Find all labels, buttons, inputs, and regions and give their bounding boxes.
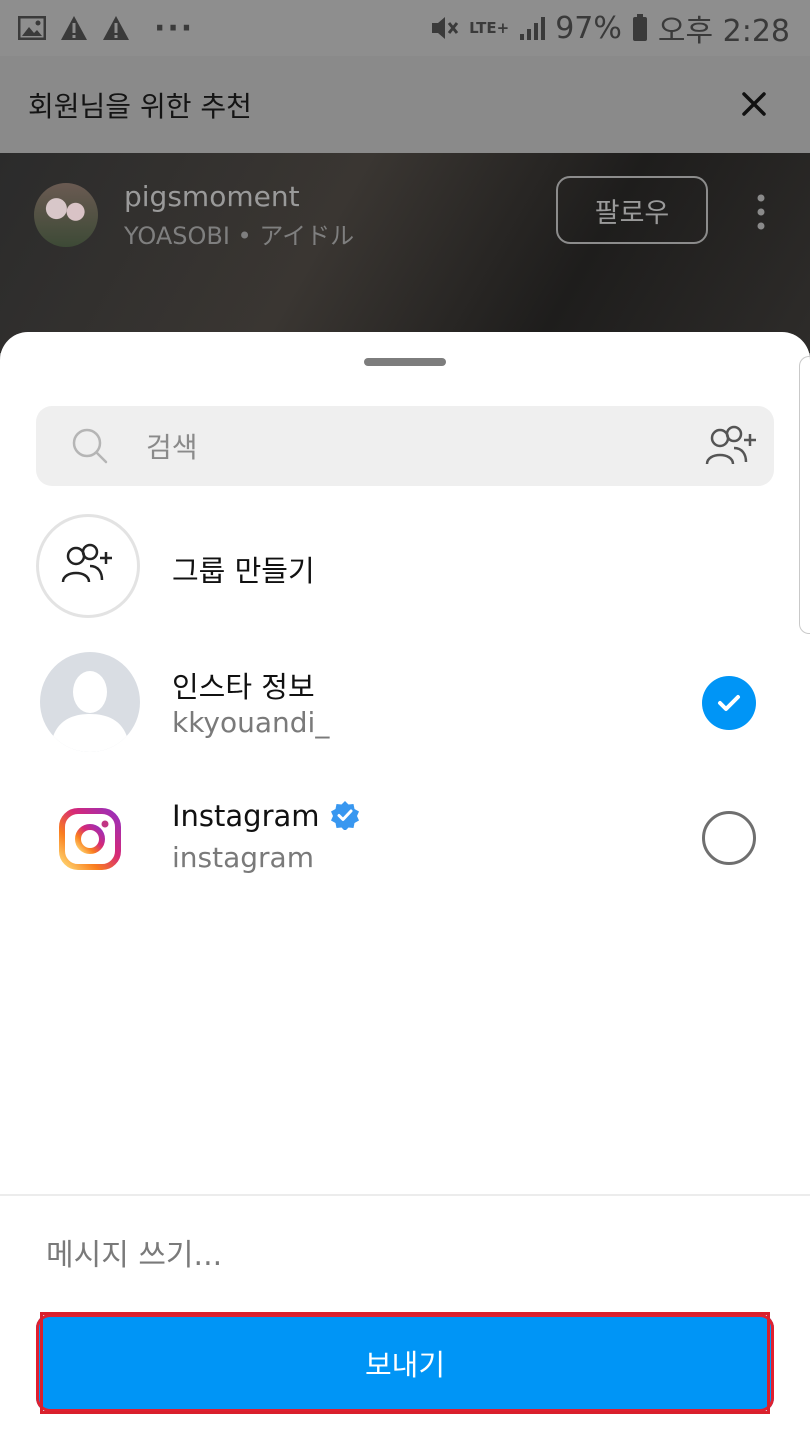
selected-check-icon[interactable] <box>702 676 756 730</box>
search-icon <box>70 426 110 470</box>
contact-name: Instagram <box>172 799 320 833</box>
unselected-radio[interactable] <box>702 811 756 865</box>
contact-username: kkyouandi_ <box>172 706 330 739</box>
list-item[interactable]: Instagram instagram <box>0 787 810 891</box>
post-username[interactable]: pigsmoment <box>124 180 300 213</box>
group-icon-container <box>36 514 140 618</box>
network-type: LTE+ <box>469 18 510 37</box>
contact-name-row: Instagram <box>172 799 360 837</box>
list-item[interactable]: 인스타 정보 kkyouandi_ <box>0 652 810 756</box>
add-people-icon[interactable] <box>704 424 760 472</box>
search-bar[interactable] <box>36 406 774 488</box>
drag-handle[interactable] <box>364 358 446 366</box>
header: 회원님을 위한 추천 <box>0 56 810 153</box>
verified-badge-icon <box>330 800 360 837</box>
clock: 오후 2:28 <box>657 14 790 49</box>
mute-icon <box>429 14 459 42</box>
post-subtitle: YOASOBI • アイドル <box>124 222 355 250</box>
create-group-label: 그룹 만들기 <box>172 554 315 588</box>
contact-name: 인스타 정보 <box>172 670 315 704</box>
more-options-icon[interactable] <box>754 194 768 234</box>
avatar <box>40 652 140 752</box>
instagram-logo-icon <box>58 807 122 871</box>
share-sheet: 그룹 만들기 인스타 정보 kkyouandi_ <box>0 332 810 1440</box>
divider <box>0 1194 810 1196</box>
send-button[interactable]: 보내기 <box>36 1314 774 1412</box>
create-group-icon <box>60 542 116 590</box>
battery-icon <box>632 14 648 42</box>
follow-button[interactable]: 팔로우 <box>556 176 708 244</box>
warning-icon <box>102 15 130 41</box>
page-title: 회원님을 위한 추천 <box>28 89 252 123</box>
signal-icon <box>519 15 546 41</box>
gallery-icon <box>18 16 46 40</box>
create-group-row[interactable]: 그룹 만들기 <box>0 514 810 622</box>
search-input[interactable] <box>144 406 688 488</box>
status-bar: ··· LTE+ 97% 오후 2:28 <box>0 0 810 56</box>
message-input[interactable] <box>44 1224 748 1286</box>
close-icon[interactable] <box>734 84 774 124</box>
contact-username: instagram <box>172 841 314 874</box>
battery-percent: 97% <box>555 10 622 46</box>
warning-icon <box>60 15 88 41</box>
more-notifications-icon: ··· <box>154 10 195 46</box>
avatar[interactable] <box>34 183 98 247</box>
